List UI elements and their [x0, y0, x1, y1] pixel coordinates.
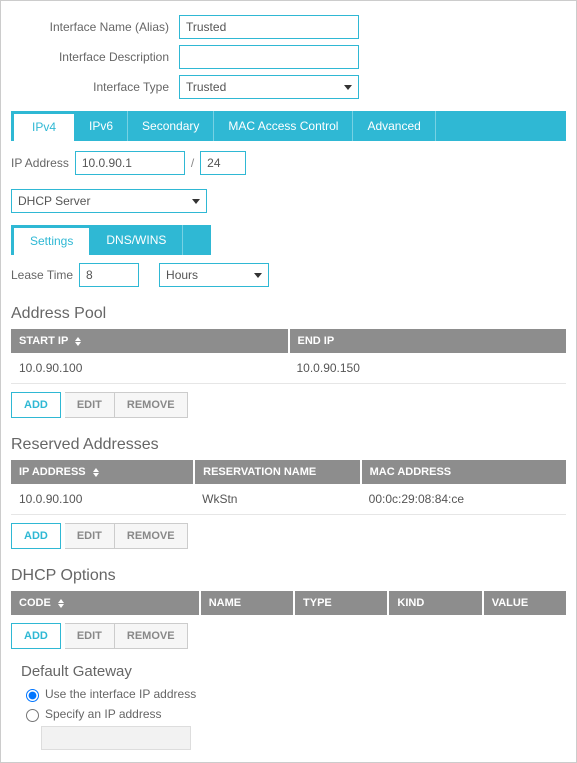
sort-icon — [93, 468, 99, 477]
row-lease-time: Lease Time Hours — [11, 263, 566, 287]
radio-use-interface-input[interactable] — [26, 689, 39, 702]
select-lease-unit-value: Hours — [166, 268, 198, 282]
title-reserved: Reserved Addresses — [11, 436, 566, 454]
tab-secondary[interactable]: Secondary — [128, 111, 214, 141]
remove-button[interactable]: REMOVE — [115, 623, 188, 649]
tab-settings[interactable]: Settings — [13, 227, 90, 255]
edit-button[interactable]: EDIT — [65, 523, 115, 549]
reserved-buttons: ADD EDIT REMOVE — [11, 523, 566, 549]
tab-advanced[interactable]: Advanced — [353, 111, 435, 141]
cell-name: WkStn — [194, 484, 361, 515]
cell-start-ip: 10.0.90.100 — [11, 353, 289, 384]
select-interface-type-value: Trusted — [186, 80, 226, 94]
table-address-pool: START IP END IP 10.0.90.100 10.0.90.150 — [11, 329, 566, 384]
chevron-down-icon — [344, 85, 352, 90]
sub-tab-strip: Settings DNS/WINS — [11, 225, 211, 255]
col-ip-address[interactable]: IP ADDRESS — [11, 460, 194, 484]
input-ip-mask[interactable] — [200, 151, 246, 175]
select-lease-unit[interactable]: Hours — [159, 263, 269, 287]
radio-specify[interactable]: Specify an IP address — [21, 706, 566, 722]
row-interface-name: Interface Name (Alias) — [11, 15, 566, 39]
col-res-name[interactable]: RESERVATION NAME — [194, 460, 361, 484]
row-dhcp-mode: DHCP Server — [11, 189, 566, 213]
remove-button[interactable]: REMOVE — [115, 392, 188, 418]
col-value[interactable]: VALUE — [483, 591, 566, 615]
table-row[interactable]: 10.0.90.100 10.0.90.150 — [11, 353, 566, 384]
table-dhcp-options: CODE NAME TYPE KIND VALUE — [11, 591, 566, 615]
col-name[interactable]: NAME — [200, 591, 294, 615]
input-ip-address[interactable] — [75, 151, 185, 175]
chevron-down-icon — [192, 199, 200, 204]
col-start-ip[interactable]: START IP — [11, 329, 289, 353]
label-interface-desc: Interface Description — [11, 50, 179, 64]
sort-icon — [58, 599, 64, 608]
title-default-gateway: Default Gateway — [21, 663, 566, 680]
cell-end-ip: 10.0.90.150 — [289, 353, 567, 384]
input-interface-name[interactable] — [179, 15, 359, 39]
ip-mask-separator: / — [191, 156, 194, 170]
row-ip-address: IP Address / — [11, 151, 566, 175]
radio-specify-label: Specify an IP address — [45, 707, 162, 721]
interface-config-panel: Interface Name (Alias) Interface Descrip… — [0, 0, 577, 763]
col-kind[interactable]: KIND — [388, 591, 482, 615]
label-interface-type: Interface Type — [11, 80, 179, 94]
label-interface-name: Interface Name (Alias) — [11, 20, 179, 34]
add-button[interactable]: ADD — [11, 392, 61, 418]
col-end-ip[interactable]: END IP — [289, 329, 567, 353]
edit-button[interactable]: EDIT — [65, 623, 115, 649]
col-mac[interactable]: MAC ADDRESS — [361, 460, 566, 484]
input-lease-time[interactable] — [79, 263, 139, 287]
input-interface-desc[interactable] — [179, 45, 359, 69]
row-interface-desc: Interface Description — [11, 45, 566, 69]
add-button[interactable]: ADD — [11, 623, 61, 649]
remove-button[interactable]: REMOVE — [115, 523, 188, 549]
tab-mac-access[interactable]: MAC Access Control — [214, 111, 353, 141]
dhcp-options-buttons: ADD EDIT REMOVE — [11, 623, 566, 649]
col-type[interactable]: TYPE — [294, 591, 388, 615]
tab-ipv4[interactable]: IPv4 — [13, 113, 75, 141]
radio-use-interface-label: Use the interface IP address — [45, 687, 196, 701]
title-dhcp-options: DHCP Options — [11, 567, 566, 585]
cell-ip: 10.0.90.100 — [11, 484, 194, 515]
input-gateway-ip — [41, 726, 191, 750]
select-dhcp-mode-value: DHCP Server — [18, 194, 90, 208]
col-code[interactable]: CODE — [11, 591, 200, 615]
tab-ipv6[interactable]: IPv6 — [75, 111, 128, 141]
label-ip-address: IP Address — [11, 156, 69, 170]
address-pool-buttons: ADD EDIT REMOVE — [11, 392, 566, 418]
chevron-down-icon — [254, 273, 262, 278]
table-row[interactable]: 10.0.90.100 WkStn 00:0c:29:08:84:ce — [11, 484, 566, 515]
radio-use-interface[interactable]: Use the interface IP address — [21, 686, 566, 702]
title-address-pool: Address Pool — [11, 305, 566, 323]
select-interface-type[interactable]: Trusted — [179, 75, 359, 99]
tab-dnswins[interactable]: DNS/WINS — [90, 225, 183, 255]
table-reserved: IP ADDRESS RESERVATION NAME MAC ADDRESS … — [11, 460, 566, 515]
label-lease-time: Lease Time — [11, 268, 73, 282]
select-dhcp-mode[interactable]: DHCP Server — [11, 189, 207, 213]
add-button[interactable]: ADD — [11, 523, 61, 549]
edit-button[interactable]: EDIT — [65, 392, 115, 418]
cell-mac: 00:0c:29:08:84:ce — [361, 484, 566, 515]
row-interface-type: Interface Type Trusted — [11, 75, 566, 99]
sort-icon — [75, 337, 81, 346]
main-tab-strip: IPv4 IPv6 Secondary MAC Access Control A… — [11, 111, 566, 141]
radio-specify-input[interactable] — [26, 709, 39, 722]
